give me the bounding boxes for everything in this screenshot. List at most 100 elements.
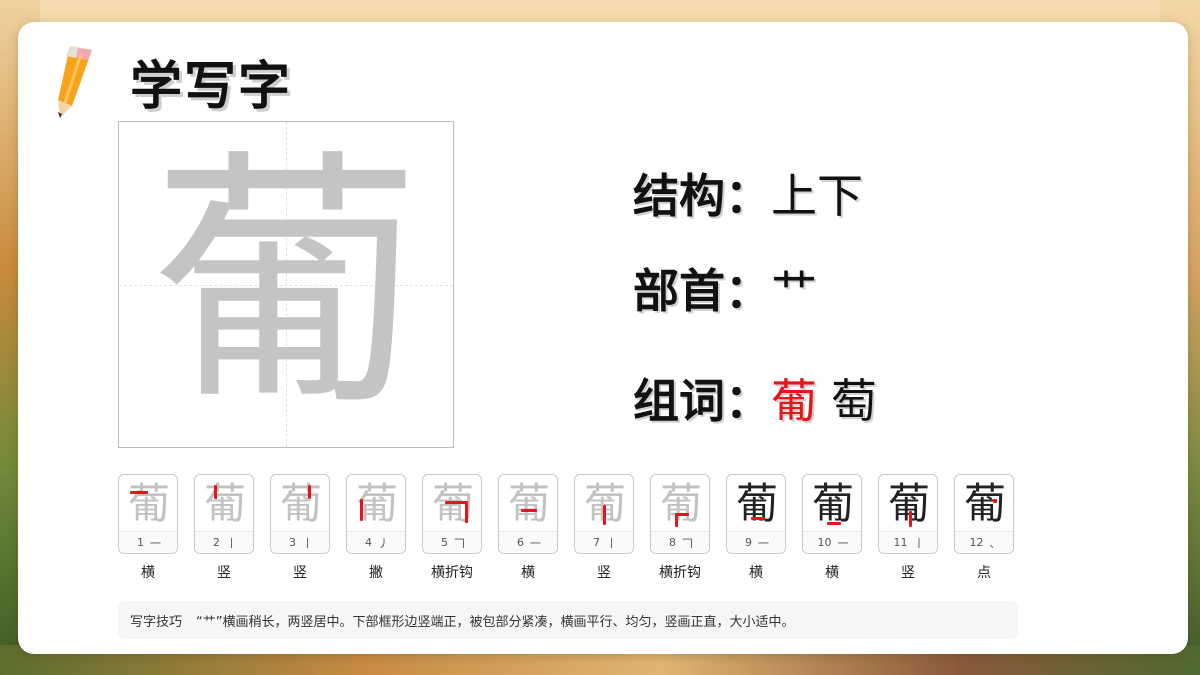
- stroke-index: 11 丨: [879, 531, 937, 553]
- stroke-index: 7丨: [575, 531, 633, 553]
- stroke-step: 葡 5 𠃍 横折钩: [422, 474, 482, 582]
- stroke-highlight: [360, 499, 363, 521]
- stroke-step: 葡 3丨竖: [270, 474, 330, 582]
- stroke-card: 葡 6一: [498, 474, 558, 554]
- stroke-name: 竖: [217, 565, 231, 581]
- stroke-card: 葡7丨: [574, 474, 634, 554]
- stroke-card: 葡 10 一: [802, 474, 862, 554]
- stroke-glyph: 葡: [507, 479, 550, 528]
- stroke-symbol: 𠃍: [454, 536, 465, 550]
- stroke-step: 葡 8 𠃍 横折钩: [650, 474, 710, 582]
- stroke-index: 4丿: [347, 531, 405, 553]
- stroke-highlight: [603, 505, 606, 525]
- word-highlight: 葡: [771, 374, 817, 428]
- stroke-glyph: 葡: [963, 479, 1006, 528]
- stroke-step: 葡 10 一横: [802, 474, 862, 582]
- radical-value: 艹: [771, 264, 817, 318]
- structure-value: 上下: [771, 169, 863, 223]
- stroke-symbol: 丨: [226, 536, 237, 550]
- stroke-highlight: [993, 499, 997, 503]
- stroke-glyph: 葡: [127, 479, 170, 528]
- stroke-card: 葡 3丨: [270, 474, 330, 554]
- stroke-card: 葡 11 丨: [878, 474, 938, 554]
- stroke-highlight: [214, 485, 217, 499]
- stroke-number: 6: [517, 536, 524, 549]
- words-row: 组词：葡萄: [633, 365, 877, 431]
- stroke-symbol: 、: [989, 536, 1001, 550]
- writing-tip: 写字技巧 “艹”横画稍长，两竖居中。下部框形边竖端正，被包部分紧凑，横画平行、均…: [118, 601, 1018, 639]
- stroke-number: 12: [969, 536, 984, 549]
- stroke-step: 葡 1一横: [118, 474, 178, 582]
- stroke-number: 3: [289, 536, 296, 549]
- stroke-card: 葡 9一: [726, 474, 786, 554]
- stroke-glyph: 葡: [431, 479, 474, 528]
- tip-text: “艹”横画稍长，两竖居中。下部框形边竖端正，被包部分紧凑，横画平行、均匀，竖画正…: [196, 614, 795, 630]
- stroke-number: 1: [137, 536, 144, 549]
- stroke-index: 10 一: [803, 531, 861, 553]
- stroke-symbol: 丨: [913, 536, 925, 550]
- stroke-symbol: 一: [758, 536, 769, 550]
- stroke-glyph: 葡: [355, 479, 398, 528]
- stroke-highlight: [675, 513, 689, 516]
- stroke-order-list: 葡 1 一横葡 2 丨竖葡 3 丨竖葡 4 丿撇葡 5 𠃍 横折钩葡 6 一横葡 7 丨竖葡 8 𠃍 横折钩葡 9 一横…: [118, 474, 1018, 584]
- stroke-index: 5𠃍: [423, 531, 481, 553]
- stroke-symbol: 一: [837, 536, 849, 550]
- stroke-step: 葡 11 丨竖: [878, 474, 938, 582]
- stroke-number: 4: [365, 536, 372, 549]
- stroke-step: 葡 12 、点: [954, 474, 1014, 582]
- stroke-highlight: [751, 517, 765, 520]
- stroke-glyph: 葡: [659, 479, 702, 528]
- stroke-index: 1一: [119, 531, 177, 553]
- character-grid: 葡: [118, 121, 454, 448]
- stroke-number: 2: [213, 536, 220, 549]
- stroke-highlight: [445, 501, 467, 504]
- stroke-symbol: 丨: [302, 536, 313, 550]
- stroke-symbol: 一: [150, 536, 161, 550]
- radical-row: 部首：艹: [633, 255, 817, 321]
- stroke-name: 横折钩: [431, 565, 473, 581]
- stroke-name: 竖: [901, 565, 915, 581]
- stroke-index: 2丨: [195, 531, 253, 553]
- stroke-glyph: 葡: [203, 479, 246, 528]
- stroke-name: 横: [749, 565, 763, 581]
- stroke-number: 10: [817, 536, 832, 549]
- word-second: 萄: [831, 374, 877, 428]
- stroke-step: 葡 2丨竖: [194, 474, 254, 582]
- stroke-glyph: 葡: [735, 479, 778, 528]
- stroke-number: 11: [893, 536, 908, 549]
- stroke-number: 5: [441, 536, 448, 549]
- structure-label: 结构：: [633, 169, 771, 223]
- stroke-index: 9一: [727, 531, 785, 553]
- stroke-index: 8𠃍: [651, 531, 709, 553]
- stroke-symbol: 一: [530, 536, 541, 550]
- stroke-number: 9: [745, 536, 752, 549]
- stroke-step: 葡7丨竖: [574, 474, 634, 582]
- stroke-number: 7: [593, 536, 600, 549]
- stroke-card: 葡 5𠃍: [422, 474, 482, 554]
- stroke-highlight: [909, 511, 912, 527]
- large-character: 葡: [151, 126, 421, 442]
- stroke-name: 竖: [293, 565, 307, 581]
- radical-label: 部首：: [633, 264, 771, 318]
- stroke-name: 横: [141, 565, 155, 581]
- stroke-name: 撇: [369, 565, 383, 581]
- stroke-number: 8: [669, 536, 676, 549]
- stroke-step: 葡 4丿撇: [346, 474, 406, 582]
- stroke-glyph: 葡: [279, 479, 322, 528]
- words-label: 组词：: [633, 374, 771, 428]
- stroke-name: 竖: [597, 565, 611, 581]
- tip-label: 写字技巧: [130, 614, 183, 630]
- stroke-index: 6一: [499, 531, 557, 553]
- stroke-card: 葡 12 、: [954, 474, 1014, 554]
- stroke-step: 葡 9一横: [726, 474, 786, 582]
- stroke-symbol: 丿: [378, 536, 389, 550]
- stroke-card: 葡 4丿: [346, 474, 406, 554]
- stroke-card: 葡 1一: [118, 474, 178, 554]
- stroke-index: 3丨: [271, 531, 329, 553]
- stroke-name: 横: [521, 565, 535, 581]
- stroke-highlight: [827, 522, 841, 525]
- structure-row: 结构：上下: [633, 160, 863, 226]
- stroke-card: 葡 2丨: [194, 474, 254, 554]
- stroke-symbol: 𠃍: [682, 536, 693, 550]
- stroke-step: 葡 6一横: [498, 474, 558, 582]
